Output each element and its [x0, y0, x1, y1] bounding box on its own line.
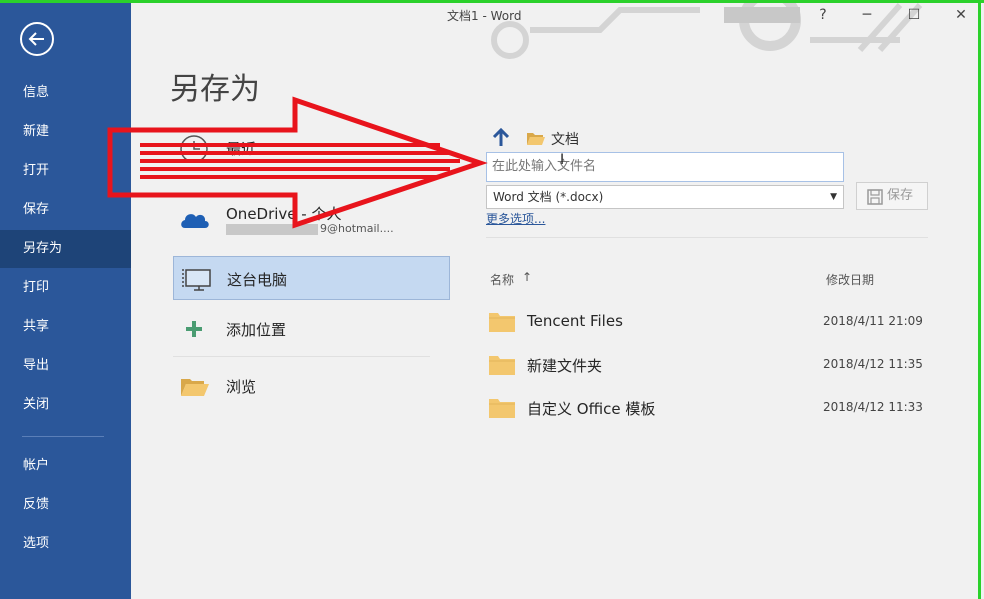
sort-ascending-icon: ↑ [522, 270, 533, 284]
panel-divider [486, 237, 928, 238]
save-button-label: 保存 [887, 188, 914, 203]
plus-icon [186, 321, 202, 337]
backstage-sidebar: 信息 新建 打开 保存 另存为 打印 共享 导出 关闭 帐户 反馈 选项 [0, 0, 131, 599]
nav-share[interactable]: 共享 [0, 308, 131, 346]
folder-icon [489, 313, 515, 332]
folder-icon [489, 356, 515, 375]
nav-save-as[interactable]: 另存为 [0, 230, 131, 268]
nav-divider [22, 436, 104, 437]
location-this-pc-label: 这台电脑 [227, 271, 288, 289]
back-button[interactable] [20, 22, 54, 56]
close-button[interactable]: ✕ [946, 4, 976, 26]
file-name: 自定义 Office 模板 [527, 400, 656, 418]
open-folder-icon [181, 379, 209, 396]
more-options-link[interactable]: 更多选项... [486, 210, 545, 227]
column-header-name[interactable]: 名称 [490, 271, 514, 288]
back-arrow-icon [28, 32, 44, 46]
file-type-select[interactable]: Word 文档 (*.docx) ▼ [486, 185, 844, 209]
folder-icon [489, 399, 515, 418]
minimize-button[interactable]: ─ [852, 4, 882, 26]
frame-right [978, 0, 981, 599]
file-name: 新建文件夹 [527, 357, 603, 375]
up-arrow-icon[interactable] [492, 128, 510, 148]
text-cursor-icon: I [560, 152, 565, 168]
file-name: Tencent Files [527, 312, 623, 330]
nav-account[interactable]: 帐户 [0, 447, 131, 485]
location-add-place[interactable]: 添加位置 [173, 307, 450, 351]
nav-print[interactable]: 打印 [0, 269, 131, 307]
location-add-place-label: 添加位置 [226, 321, 287, 339]
current-folder-label[interactable]: 文档 [551, 129, 579, 149]
location-browse-label: 浏览 [226, 378, 257, 396]
folder-icon [527, 133, 545, 145]
file-type-value: Word 文档 (*.docx) [493, 190, 604, 204]
chevron-down-icon: ▼ [830, 192, 837, 202]
nav-feedback[interactable]: 反馈 [0, 486, 131, 524]
file-date: 2018/4/12 11:33 [823, 400, 923, 414]
file-row[interactable]: 新建文件夹 2018/4/12 11:35 [486, 345, 928, 383]
file-date: 2018/4/12 11:35 [823, 357, 923, 371]
column-header-date[interactable]: 修改日期 [826, 271, 874, 288]
location-browse[interactable]: 浏览 [173, 364, 450, 408]
help-button[interactable]: ? [808, 4, 838, 26]
save-button[interactable]: 保存 [856, 182, 928, 210]
nav-options[interactable]: 选项 [0, 525, 131, 563]
frame-top [0, 0, 984, 3]
file-row[interactable]: Tencent Files 2018/4/11 21:09 [486, 302, 928, 340]
location-this-pc[interactable]: 这台电脑 [173, 256, 450, 300]
locations-divider [173, 356, 430, 357]
window-title: 文档1 - Word [447, 9, 522, 23]
annotation-arrow [107, 96, 488, 229]
save-disk-icon [867, 189, 883, 205]
maximize-button[interactable]: ☐ [899, 4, 929, 26]
nav-close[interactable]: 关闭 [0, 386, 131, 424]
nav-export[interactable]: 导出 [0, 347, 131, 385]
user-name-redacted [724, 7, 800, 23]
file-row[interactable]: 自定义 Office 模板 2018/4/12 11:33 [486, 388, 928, 426]
file-date: 2018/4/11 21:09 [823, 314, 923, 328]
filename-input[interactable]: 在此处输入文件名 [486, 152, 844, 182]
computer-icon [182, 269, 211, 291]
circuit-decoration [491, 0, 923, 59]
